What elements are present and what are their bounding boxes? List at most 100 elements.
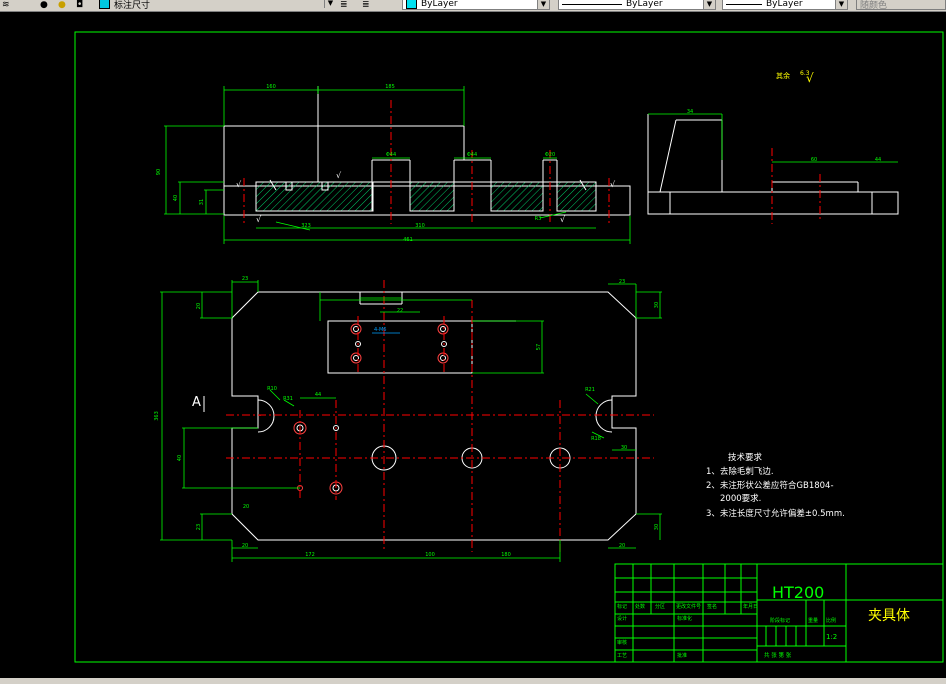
lineweight-combo[interactable]: ByLayer ▼ — [722, 0, 848, 10]
dim-text: 172 — [305, 552, 315, 558]
dim-text: 185 — [385, 84, 395, 90]
dim-text: 180 — [501, 552, 511, 558]
dim-text: 57 — [536, 344, 542, 350]
dim-text: 160 — [266, 84, 276, 90]
status-strip — [0, 678, 946, 684]
roughness-icon: √ — [236, 180, 242, 189]
plotstyle-value: 随颜色 — [860, 0, 888, 11]
dim-text: 31 — [199, 199, 205, 205]
layer-color-swatch — [99, 0, 110, 9]
chevron-down-icon[interactable]: ▼ — [703, 0, 715, 9]
plan-view — [231, 291, 637, 541]
properties-toolbar: ≋ ● ● ◘ 标注尺寸 ▼ ≣ ≣ ByLayer ▼ ByLayer ▼ B… — [0, 0, 946, 12]
dim-text: 44 — [315, 392, 321, 398]
tb-label: 标准化 — [677, 615, 692, 622]
dim-text: 23 — [196, 524, 202, 530]
dim-text: Φ44 — [386, 152, 396, 158]
roughness-icon: √ — [560, 215, 566, 224]
tb-label: 阶段标记 — [770, 617, 790, 624]
dim-text: R18 — [591, 436, 601, 442]
tb-label: 批准 — [677, 652, 687, 659]
lightbulb-icon[interactable]: ● — [40, 0, 48, 11]
plan-view-dimensions — [160, 280, 662, 562]
dim-text: 363 — [154, 411, 160, 421]
roughness-icon: √ — [610, 180, 616, 189]
tech-title: 技术要求 — [728, 452, 763, 463]
layer-manager-icon[interactable]: ≋ — [2, 0, 10, 11]
general-roughness-note: 其余 6.3 √ — [776, 70, 814, 85]
dim-text: 100 — [425, 552, 435, 558]
roughness-icon: √ — [806, 71, 814, 85]
section-mark: A — [192, 395, 201, 410]
dim-text: 30 — [654, 302, 660, 308]
hatch-section-3 — [490, 181, 544, 212]
tb-part-name: 夹具体 — [868, 608, 910, 624]
dim-text: 40 — [173, 195, 179, 201]
tb-scale: 1:2 — [826, 633, 837, 641]
tech-line-4: 3、未注长度尺寸允许偏差±0.5mm. — [706, 508, 845, 519]
dim-text: 23 — [619, 279, 625, 285]
technical-requirements: 技术要求 1、去除毛刺飞边. 2、未注形状公差应符合GB1804- 2000要求… — [706, 452, 845, 519]
plan-view-holes — [257, 323, 613, 495]
tech-line-3: 2000要求. — [720, 493, 761, 504]
dim-text: 30 — [621, 445, 627, 451]
dim-text: 20 — [619, 543, 625, 549]
dim-text: 60 — [811, 157, 817, 163]
dim-text: 30 — [654, 524, 660, 530]
side-view-dimensions — [648, 113, 898, 163]
roughness-note-label: 其余 — [776, 71, 790, 80]
lock-icon[interactable]: ◘ — [76, 0, 83, 11]
hatch-section-4 — [556, 181, 597, 212]
hole-label: 4-M6 — [374, 327, 386, 333]
roughness-icon: √ — [336, 171, 342, 180]
dim-text: 40 — [177, 455, 183, 461]
linetype-preview — [562, 3, 622, 5]
make-layer-current-icon[interactable]: ≣ — [340, 0, 348, 11]
tb-label: 年月日 — [743, 603, 758, 610]
dim-text: 90 — [156, 169, 162, 175]
tb-material: HT200 — [772, 583, 824, 602]
dim-text: R3 — [535, 216, 542, 222]
color-combo[interactable]: ByLayer ▼ — [402, 0, 550, 10]
dim-text: 44 — [875, 157, 881, 163]
dim-text: 22 — [397, 308, 403, 314]
sun-icon[interactable]: ● — [58, 0, 66, 11]
tb-label: 工艺 — [617, 653, 627, 659]
tb-label: 处数 — [635, 603, 645, 610]
roughness-icon: √ — [256, 215, 262, 224]
lineweight-value: ByLayer — [766, 0, 803, 9]
front-view-dim-text: 160 185 90 40 31 Φ44 Φ44 Φ20 323 310 461… — [156, 84, 555, 243]
title-block-text: 标记 处数 分区 更改文件号 签名 年月日 设计 标准化 审核 工艺 批准 阶段… — [617, 583, 910, 659]
linetype-combo[interactable]: ByLayer ▼ — [558, 0, 716, 10]
tb-label: 审核 — [617, 639, 627, 646]
dim-text: R31 — [283, 396, 293, 402]
color-swatch — [406, 0, 417, 9]
chevron-down-icon[interactable]: ▼ — [537, 0, 549, 9]
dim-text: R21 — [585, 387, 595, 393]
dim-text: 20 — [196, 303, 202, 309]
color-value: ByLayer — [421, 0, 458, 9]
dim-text: Φ20 — [545, 152, 555, 158]
chevron-down-icon[interactable]: ▼ — [835, 0, 847, 9]
tb-label: 设计 — [617, 615, 627, 622]
hatch-section-2 — [409, 181, 455, 212]
side-view-dim-text: 34 60 44 — [687, 109, 881, 163]
dim-text: 23 — [242, 276, 248, 282]
plotstyle-combo: 随颜色 — [856, 0, 946, 11]
drawing-canvas[interactable]: 160 185 90 40 31 Φ44 Φ44 Φ20 323 310 461… — [0, 12, 946, 680]
layer-combo[interactable]: 标注尺寸 ▼ — [96, 0, 336, 11]
side-view — [647, 114, 899, 215]
dim-text: 20 — [243, 504, 249, 510]
lineweight-preview — [726, 3, 762, 5]
tb-label: 分区 — [655, 603, 665, 610]
dim-text: 310 — [415, 223, 425, 229]
dim-text: 323 — [301, 223, 311, 229]
tech-line-2: 2、未注形状公差应符合GB1804- — [706, 480, 834, 491]
tb-label: 更改文件号 — [676, 603, 701, 610]
drawing-frame — [74, 31, 944, 663]
dim-text: Φ44 — [467, 152, 477, 158]
dim-text: 34 — [687, 109, 693, 115]
tb-label: 签名 — [707, 603, 717, 610]
chevron-down-icon[interactable]: ▼ — [324, 0, 336, 8]
layer-previous-icon[interactable]: ≣ — [362, 0, 370, 11]
